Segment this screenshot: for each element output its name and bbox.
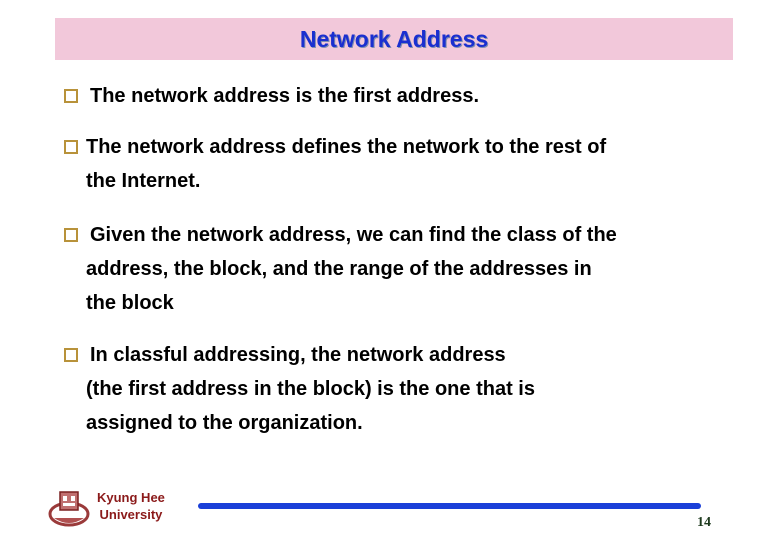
bullet-item: Given the network address, we can find t… (64, 218, 744, 320)
bullet-text: address, the block, and the range of the… (86, 258, 592, 280)
square-bullet-icon (64, 89, 78, 103)
bullet-item: The network address defines the network … (64, 130, 744, 198)
bullet-text: Given the network address, we can find t… (90, 224, 617, 246)
university-name: Kyung Hee University (97, 489, 165, 523)
title-bar: Network Address (55, 18, 733, 60)
bullet-text: (the first address in the block) is the … (86, 378, 535, 400)
bullet-text: The network address defines the network … (86, 136, 607, 158)
bullet-text: The network address is the first address… (90, 85, 480, 107)
square-bullet-icon (64, 348, 78, 362)
page-number: 14 (697, 515, 711, 530)
square-bullet-icon (64, 140, 78, 154)
bullet-item: In classful addressing, the network addr… (64, 338, 744, 440)
bullet-text: the block (86, 292, 174, 314)
bullet-text: assigned to the organization. (86, 412, 363, 434)
university-seal-icon (48, 491, 90, 527)
bullet-item: The network address is the first address… (64, 79, 744, 113)
bullet-text: In classful addressing, the network addr… (90, 344, 506, 366)
footer-divider (198, 503, 701, 509)
square-bullet-icon (64, 228, 78, 242)
university-name-line1: Kyung Hee (97, 490, 165, 505)
slide-title: Network Address (299, 25, 489, 52)
university-name-line2: University (99, 507, 163, 522)
bullet-text: the Internet. (86, 170, 201, 192)
